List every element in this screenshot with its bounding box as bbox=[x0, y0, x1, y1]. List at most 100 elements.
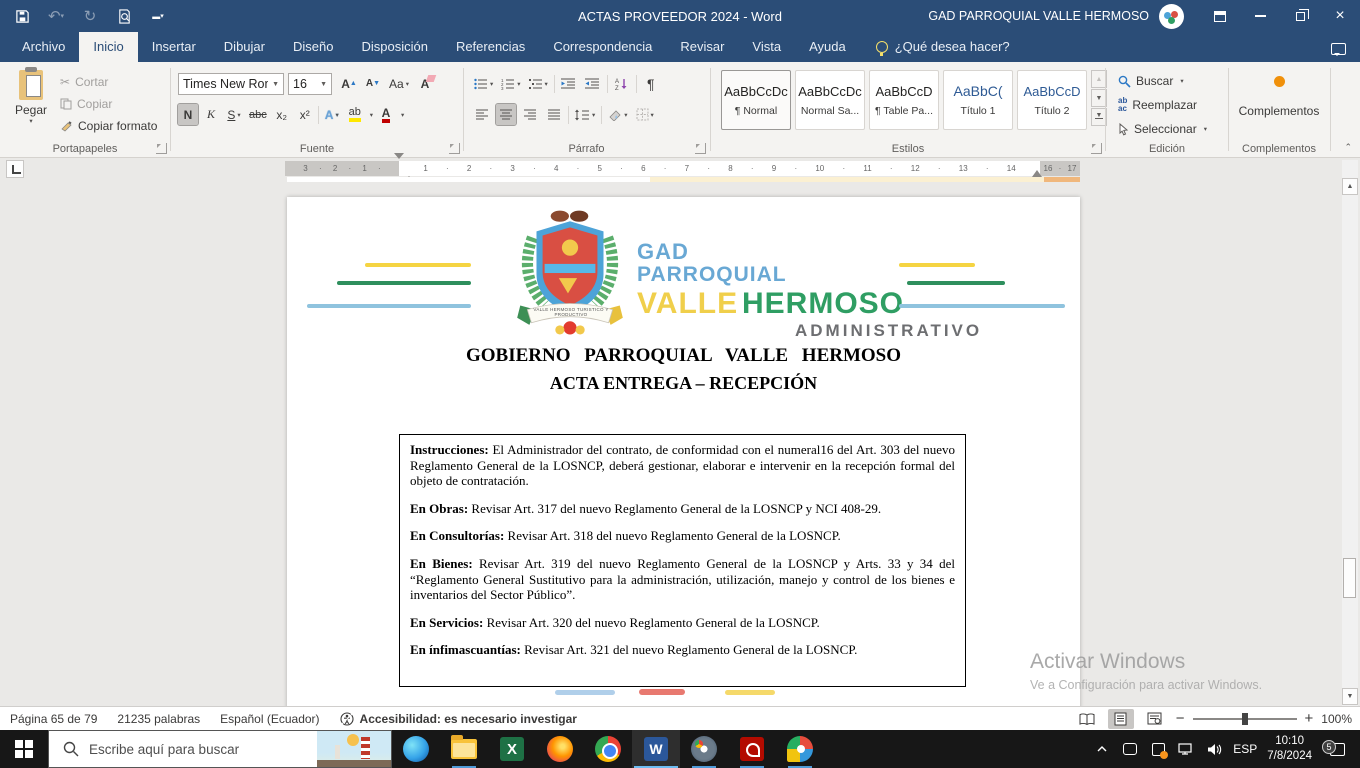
grow-font-button[interactable]: A▲ bbox=[339, 73, 359, 94]
account-avatar[interactable] bbox=[1159, 4, 1184, 29]
style-sin-espaciado[interactable]: AaBbCcDc Normal Sa... bbox=[795, 70, 865, 130]
shrink-font-button[interactable]: A▼ bbox=[363, 73, 383, 94]
superscript-button[interactable]: x² bbox=[295, 104, 315, 125]
strikethrough-button[interactable]: abc bbox=[247, 104, 269, 125]
addins-button[interactable]: Complementos bbox=[1229, 74, 1329, 118]
portapapeles-dialog-launcher-icon[interactable] bbox=[156, 143, 167, 154]
show-marks-button[interactable]: ¶ bbox=[641, 73, 661, 94]
increase-indent-button[interactable] bbox=[583, 73, 603, 94]
align-right-button[interactable] bbox=[520, 104, 540, 125]
touch-keyboard-icon[interactable] bbox=[1121, 740, 1139, 758]
taskbar-edge[interactable] bbox=[392, 730, 440, 768]
taskbar-search[interactable]: Escribe aquí para buscar bbox=[48, 730, 392, 768]
scroll-down-icon[interactable]: ▼ bbox=[1342, 688, 1358, 705]
justify-button[interactable] bbox=[544, 104, 564, 125]
taskbar-clock[interactable]: 10:10 7/8/2024 bbox=[1267, 734, 1312, 764]
estilos-dialog-launcher-icon[interactable] bbox=[1091, 143, 1102, 154]
font-name-combobox[interactable]: Times New Roma▼ bbox=[178, 73, 284, 95]
tab-diseno[interactable]: Diseño bbox=[279, 32, 347, 62]
indent-marker-left[interactable] bbox=[394, 159, 414, 177]
align-left-button[interactable] bbox=[472, 104, 492, 125]
taskbar-chrome-remote-desktop[interactable] bbox=[680, 730, 728, 768]
close-button[interactable]: × bbox=[1320, 0, 1360, 32]
accessibility-status[interactable]: Accesibilidad: es necesario investigar bbox=[330, 712, 587, 726]
save-icon[interactable] bbox=[12, 6, 32, 26]
scrollbar-thumb[interactable] bbox=[1343, 558, 1356, 598]
font-color-button[interactable]: A bbox=[376, 104, 396, 125]
borders-button[interactable]: ▾ bbox=[634, 104, 656, 125]
indent-marker-right[interactable] bbox=[1032, 165, 1042, 177]
format-painter-button[interactable]: Copiar formato bbox=[60, 116, 157, 136]
change-case-button[interactable]: Aa▾ bbox=[387, 73, 411, 94]
font-size-combobox[interactable]: 16▼ bbox=[288, 73, 332, 95]
print-preview-icon[interactable] bbox=[114, 6, 134, 26]
vertical-scrollbar[interactable]: ▲ ▼ bbox=[1342, 160, 1358, 706]
read-mode-button[interactable] bbox=[1074, 709, 1100, 729]
ribbon-display-options-button[interactable] bbox=[1200, 0, 1240, 32]
fuente-dialog-launcher-icon[interactable] bbox=[449, 143, 460, 154]
tab-archivo[interactable]: Archivo bbox=[8, 32, 79, 62]
highlight-button[interactable]: ab bbox=[345, 104, 365, 125]
tab-dibujar[interactable]: Dibujar bbox=[210, 32, 279, 62]
search-highlight-image[interactable] bbox=[317, 731, 391, 767]
clear-formatting-button[interactable]: A bbox=[415, 73, 435, 94]
bold-button[interactable]: N bbox=[178, 104, 198, 125]
text-effects-button[interactable]: A▾ bbox=[322, 104, 342, 125]
start-button[interactable] bbox=[0, 730, 48, 768]
collapse-ribbon-icon[interactable]: ⌃ bbox=[1344, 142, 1352, 153]
zoom-in-icon[interactable]: + bbox=[1305, 710, 1314, 727]
tab-disposicion[interactable]: Disposición bbox=[347, 32, 441, 62]
print-layout-button[interactable] bbox=[1108, 709, 1134, 729]
web-layout-button[interactable] bbox=[1142, 709, 1168, 729]
underline-button[interactable]: S▾ bbox=[224, 104, 244, 125]
tab-vista[interactable]: Vista bbox=[738, 32, 795, 62]
shading-button[interactable]: ▾ bbox=[606, 104, 629, 125]
minimize-button[interactable] bbox=[1240, 0, 1280, 32]
zoom-slider[interactable] bbox=[1193, 718, 1297, 720]
bullets-button[interactable]: ▾ bbox=[472, 73, 495, 94]
taskbar-word-active[interactable]: W bbox=[632, 730, 680, 768]
zoom-level[interactable]: 100% bbox=[1321, 712, 1352, 726]
tab-revisar[interactable]: Revisar bbox=[666, 32, 738, 62]
tab-referencias[interactable]: Referencias bbox=[442, 32, 539, 62]
sync-status-icon[interactable] bbox=[1149, 740, 1167, 758]
tab-ayuda[interactable]: Ayuda bbox=[795, 32, 860, 62]
taskbar-firefox[interactable] bbox=[536, 730, 584, 768]
account-name[interactable]: GAD PARROQUIAL VALLE HERMOSO bbox=[928, 9, 1149, 23]
word-count[interactable]: 21235 palabras bbox=[107, 712, 210, 726]
style-normal[interactable]: AaBbCcDc ¶ Normal bbox=[721, 70, 791, 130]
style-titulo-1[interactable]: AaBbC( Título 1 bbox=[943, 70, 1013, 130]
taskbar-acrobat[interactable] bbox=[728, 730, 776, 768]
action-center-button[interactable]: 5 bbox=[1322, 743, 1352, 756]
zoom-slider-thumb[interactable] bbox=[1242, 713, 1248, 725]
paste-button[interactable]: Pegar ▾ bbox=[10, 70, 52, 125]
volume-icon[interactable] bbox=[1205, 740, 1223, 758]
tell-me-box[interactable]: ¿Qué desea hacer? bbox=[876, 39, 1010, 62]
tab-insertar[interactable]: Insertar bbox=[138, 32, 210, 62]
document-page[interactable]: VALLE HERMOSO TURISTICO Y PRODUCTIVO GAD… bbox=[287, 197, 1080, 706]
style-table-paragraph[interactable]: AaBbCcD ¶ Table Pa... bbox=[869, 70, 939, 130]
comments-icon[interactable] bbox=[1331, 43, 1346, 55]
multilevel-list-button[interactable]: ▾ bbox=[527, 73, 550, 94]
subscript-button[interactable]: x₂ bbox=[272, 104, 292, 125]
zoom-out-icon[interactable]: − bbox=[1176, 710, 1185, 727]
restore-button[interactable] bbox=[1280, 0, 1320, 32]
taskbar-file-explorer[interactable] bbox=[440, 730, 488, 768]
find-button[interactable]: Buscar▾ bbox=[1118, 71, 1207, 91]
numbering-button[interactable]: 123▾ bbox=[499, 73, 522, 94]
parrafo-dialog-launcher-icon[interactable] bbox=[695, 143, 706, 154]
font-color-caret-icon[interactable]: ▾ bbox=[401, 111, 404, 119]
italic-button[interactable]: K bbox=[201, 104, 221, 125]
tray-chevron-icon[interactable] bbox=[1093, 740, 1111, 758]
language-indicator[interactable]: Español (Ecuador) bbox=[210, 712, 329, 726]
taskbar-excel[interactable]: X bbox=[488, 730, 536, 768]
highlight-caret-icon[interactable]: ▾ bbox=[370, 111, 373, 119]
select-button[interactable]: Seleccionar▾ bbox=[1118, 119, 1207, 139]
line-spacing-button[interactable]: ▾ bbox=[573, 104, 597, 125]
customize-qat-icon[interactable]: ▬▾ bbox=[148, 6, 168, 26]
scroll-up-icon[interactable]: ▲ bbox=[1342, 178, 1358, 195]
network-icon[interactable] bbox=[1177, 740, 1195, 758]
decrease-indent-button[interactable] bbox=[559, 73, 579, 94]
tab-stop-selector[interactable] bbox=[6, 160, 24, 178]
replace-button[interactable]: abac Reemplazar bbox=[1118, 95, 1207, 115]
